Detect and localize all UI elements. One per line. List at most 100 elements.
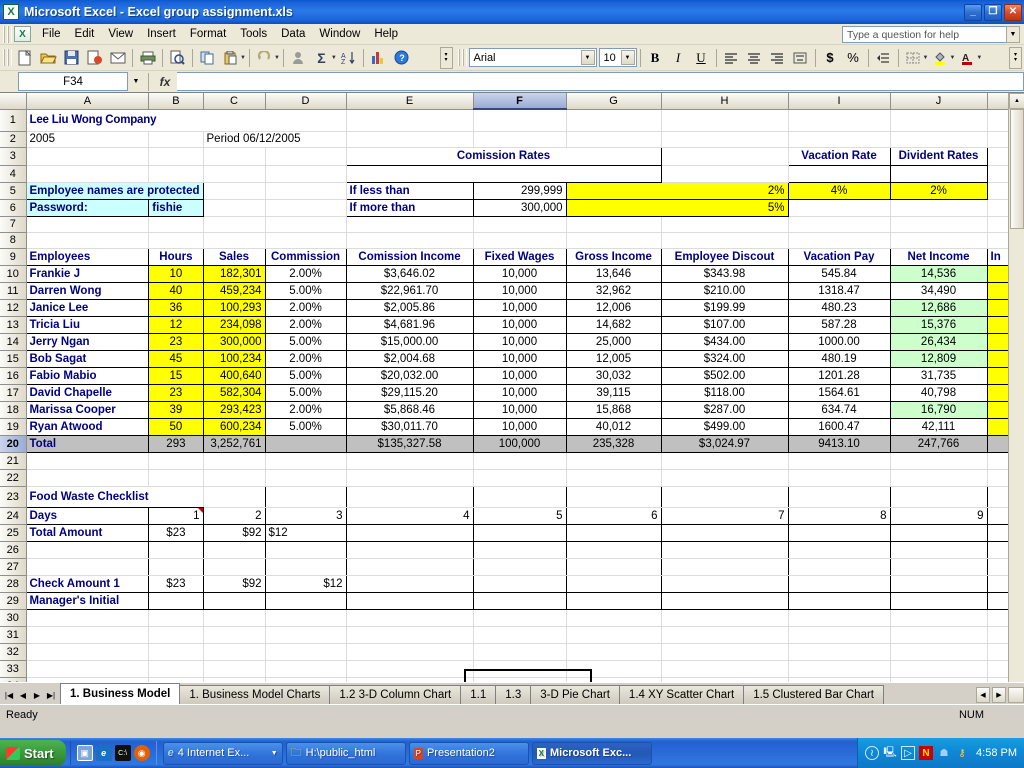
cell-fixed-wages[interactable]: 10,000	[472, 298, 567, 317]
row-header-15[interactable]: 15	[0, 350, 27, 368]
cell-A31[interactable]	[26, 626, 150, 644]
cell-J31[interactable]	[890, 626, 988, 644]
cell-D33[interactable]	[265, 660, 347, 678]
menu-format[interactable]: Format	[183, 26, 233, 42]
cell-manager-initial-2[interactable]	[202, 591, 266, 610]
cell-H31[interactable]	[661, 626, 789, 644]
cell-employee-discount[interactable]: $107.00	[660, 315, 789, 334]
horizontal-scroll-track[interactable]	[1008, 687, 1024, 703]
console-icon[interactable]: C:\	[114, 745, 131, 761]
cell-B32[interactable]	[148, 643, 204, 661]
th-net-income[interactable]: Net Income	[889, 247, 988, 266]
cell-J4-dividend-spacer[interactable]	[889, 164, 988, 183]
media-icon[interactable]: ▷	[901, 746, 916, 760]
cell-total-amount-9[interactable]	[889, 523, 988, 542]
cell-G26[interactable]	[566, 541, 662, 559]
cell-G7[interactable]	[566, 216, 662, 233]
cell-vacation-pay[interactable]: 634.74	[787, 400, 891, 419]
currency-button[interactable]: $	[819, 47, 842, 69]
cell-total-sales[interactable]: 3,252,761	[202, 434, 266, 453]
cell-B6-password-value[interactable]: fishie	[148, 198, 204, 217]
fill-color-button[interactable]	[928, 47, 951, 69]
cell-total-hours[interactable]: 293	[148, 434, 204, 453]
cell-net-income[interactable]: 26,434	[889, 332, 988, 351]
cell-gross-income[interactable]: 30,032	[565, 366, 662, 385]
cell-day-4[interactable]: 4	[345, 506, 474, 525]
cell-fixed-wages[interactable]: 10,000	[472, 281, 567, 300]
cell-F7[interactable]	[473, 216, 567, 233]
th-employees[interactable]: Employees	[25, 247, 150, 266]
cell-days-label[interactable]: Days	[25, 506, 150, 525]
cell-manager-initial-5[interactable]	[472, 591, 567, 610]
cell-I27[interactable]	[788, 558, 891, 576]
cell-H7[interactable]	[661, 216, 789, 233]
autosum-icon[interactable]: Σ	[310, 47, 333, 69]
borders-button[interactable]	[902, 47, 925, 69]
name-box-dropdown-arrow[interactable]: ▼	[128, 72, 144, 91]
cell-commission[interactable]: 2.00%	[264, 315, 347, 334]
cell-E21[interactable]	[346, 452, 474, 470]
cell-gross-income[interactable]: 12,006	[565, 298, 662, 317]
cell-I4-vacation-spacer[interactable]	[787, 164, 891, 183]
standard-toolbar-overflow-button[interactable]: ▾ ▾	[439, 46, 453, 69]
cell-net-income[interactable]: 15,376	[889, 315, 988, 334]
font-name-dropdown-arrow[interactable]: ▼	[580, 50, 595, 65]
cell-H3[interactable]	[661, 147, 789, 166]
column-header-E[interactable]: E	[346, 93, 474, 110]
cell-hours[interactable]: 36	[148, 298, 204, 317]
row-header-10[interactable]: 10	[0, 265, 27, 283]
cell-E26[interactable]	[346, 541, 474, 559]
column-header-H[interactable]: H	[661, 93, 789, 110]
cell-D4[interactable]	[265, 165, 347, 183]
cell-F33[interactable]	[473, 660, 567, 678]
copy-icon[interactable]	[196, 47, 219, 69]
font-color-button[interactable]: A	[955, 47, 978, 69]
row-header-22[interactable]: 22	[0, 469, 27, 487]
cell-vacation-pay[interactable]: 1201.28	[787, 366, 891, 385]
cell-day-5[interactable]: 5	[472, 506, 567, 525]
cell-J1[interactable]	[890, 109, 988, 132]
cell-G1[interactable]	[566, 109, 662, 132]
cell-commission-income[interactable]: $20,032.00	[345, 366, 474, 385]
font-name-combo[interactable]: Arial ▼	[468, 48, 597, 67]
cell-sales[interactable]: 100,293	[202, 298, 266, 317]
cell-employee-name[interactable]: Tricia Liu	[25, 315, 150, 334]
cell-day-2[interactable]: 2	[202, 506, 266, 525]
cell-net-income[interactable]: 12,686	[889, 298, 988, 317]
merge-and-center-button[interactable]	[789, 47, 812, 69]
cell-hours[interactable]: 23	[148, 383, 204, 402]
cell-employee-discount[interactable]: $502.00	[660, 366, 789, 385]
cell-H2[interactable]	[661, 131, 789, 148]
firefox-icon[interactable]: ◉	[133, 745, 150, 761]
cell-B33[interactable]	[148, 660, 204, 678]
cell-commission[interactable]: 5.00%	[264, 417, 347, 436]
cell-C8[interactable]	[203, 232, 266, 249]
cell-total-label[interactable]: Total	[25, 434, 150, 453]
cell-F31[interactable]	[473, 626, 567, 644]
cell-B3[interactable]	[148, 147, 204, 166]
cell-commission-income[interactable]: $4,681.96	[345, 315, 474, 334]
cell-C33[interactable]	[203, 660, 266, 678]
cell-gross-income[interactable]: 25,000	[565, 332, 662, 351]
cell-employee-discount[interactable]: $324.00	[660, 349, 789, 368]
italic-button[interactable]: I	[667, 47, 690, 69]
cell-vacation-pay[interactable]: 1318.47	[787, 281, 891, 300]
cell-J23[interactable]	[890, 485, 988, 508]
vertical-scroll-thumb[interactable]	[1010, 109, 1024, 229]
cell-H27[interactable]	[661, 558, 789, 576]
font-size-dropdown-arrow[interactable]: ▼	[620, 50, 635, 65]
cell-C26[interactable]	[203, 541, 266, 559]
th-employee-discount[interactable]: Employee Discout	[660, 247, 789, 266]
sheet-tab-clustered-bar-chart[interactable]: 1.5 Clustered Bar Chart	[743, 685, 884, 704]
cell-check-amount-3[interactable]: $12	[264, 574, 347, 593]
cell-E32[interactable]	[346, 643, 474, 661]
cell-I6[interactable]	[788, 199, 891, 217]
row-header-31[interactable]: 31	[0, 626, 27, 644]
row-header-25[interactable]: 25	[0, 524, 27, 542]
cell-G31[interactable]	[566, 626, 662, 644]
underline-button[interactable]: U	[690, 47, 713, 69]
cell-net-income[interactable]: 34,490	[889, 281, 988, 300]
cell-fixed-wages[interactable]: 10,000	[472, 400, 567, 419]
cell-B21[interactable]	[148, 452, 204, 470]
th-gross-income[interactable]: Gross Income	[565, 247, 662, 266]
